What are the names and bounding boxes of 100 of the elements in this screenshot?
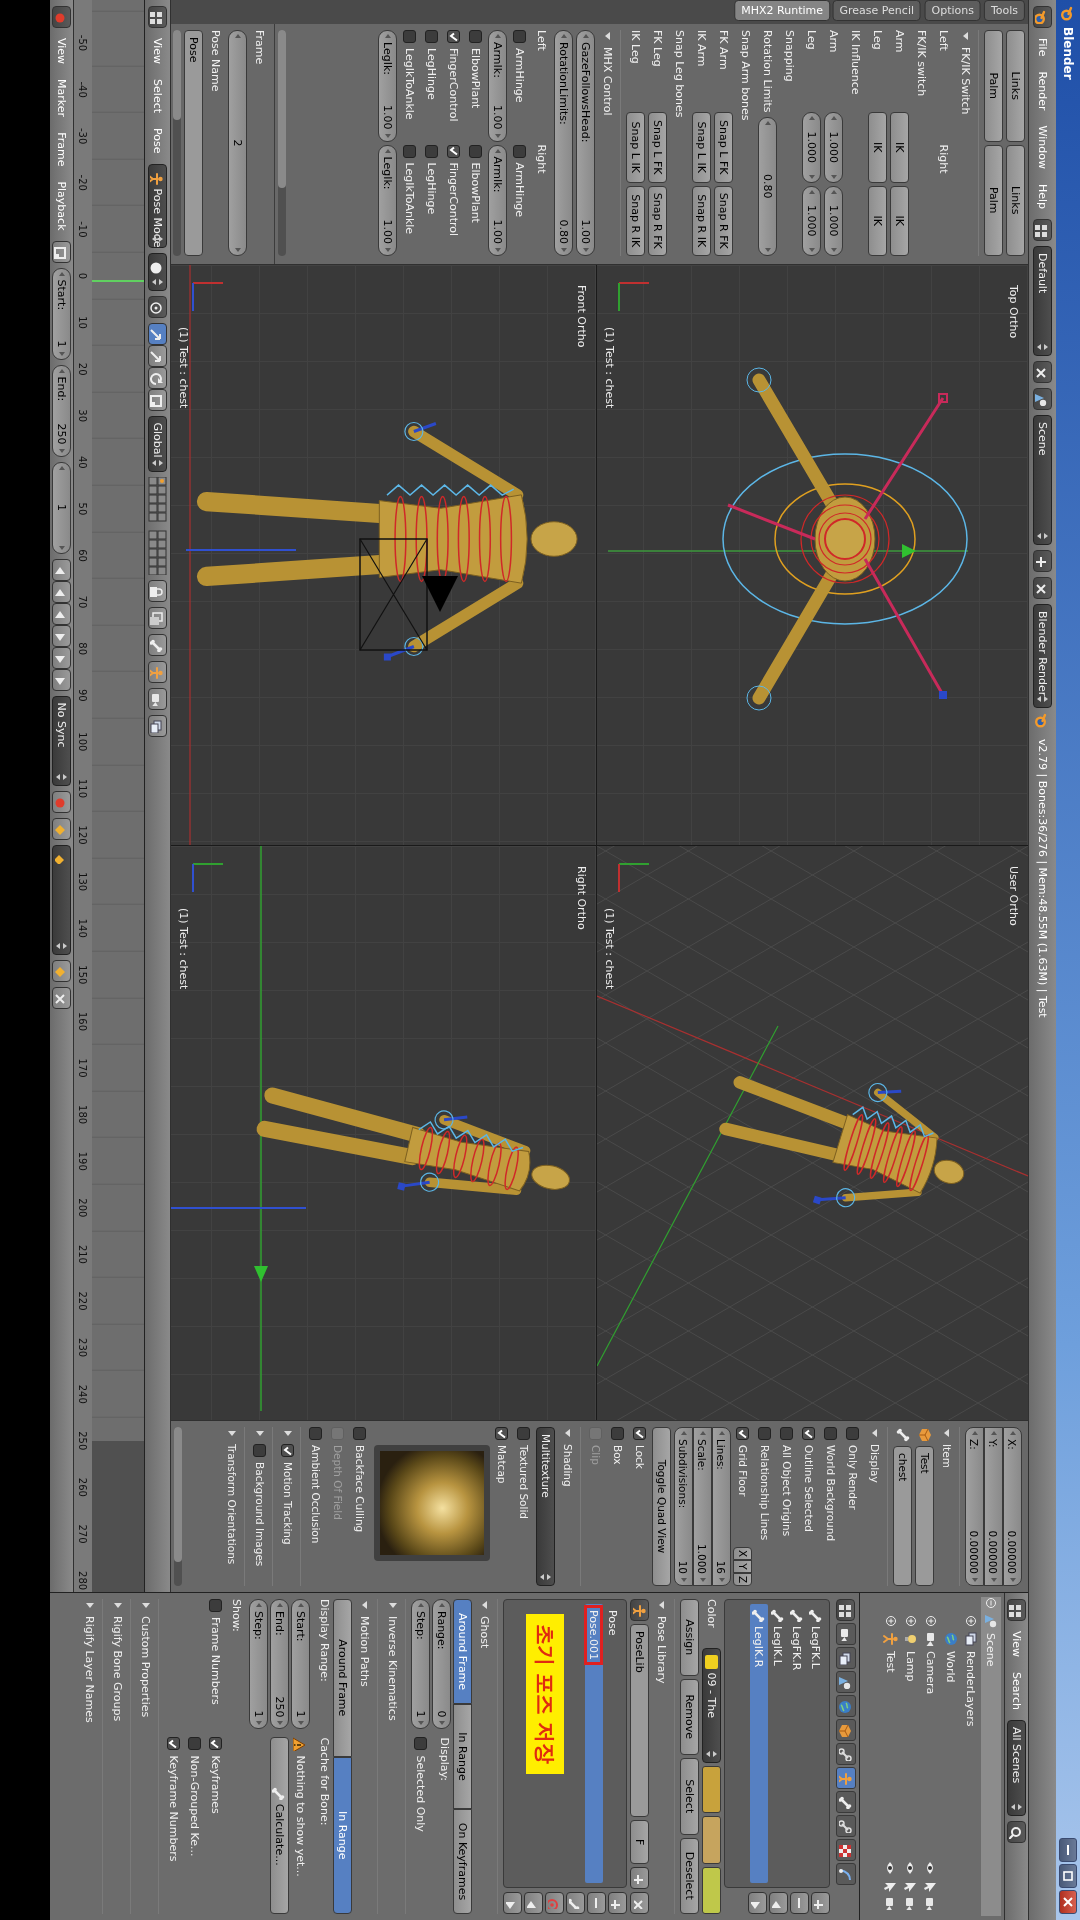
menu-item[interactable]: Render — [1036, 66, 1049, 116]
dropdown[interactable]: Multitexture — [536, 1427, 556, 1586]
checkbox[interactable] — [403, 30, 417, 43]
browse-button[interactable] — [630, 1599, 650, 1621]
menu-item[interactable]: Select — [151, 74, 164, 119]
context-tab[interactable] — [836, 1623, 856, 1645]
context-tab[interactable] — [836, 1863, 856, 1885]
checkbox[interactable] — [633, 1427, 647, 1440]
add-button[interactable] — [630, 1867, 650, 1889]
list-item[interactable]: LegIK.L — [769, 1604, 787, 1883]
number-field[interactable]: 1.000 — [802, 112, 822, 183]
number-field[interactable]: ArmIk: 1.00 — [488, 30, 508, 142]
push-button[interactable]: F — [630, 1820, 650, 1864]
move-button[interactable] — [148, 344, 167, 367]
camera-button[interactable] — [148, 687, 167, 710]
toggle-button[interactable]: Z — [733, 1573, 753, 1586]
number-field[interactable]: 1.000 — [802, 185, 822, 256]
menu-item[interactable]: Marker — [55, 74, 68, 123]
number-field[interactable]: Range: 0 — [432, 1599, 451, 1730]
checkbox[interactable] — [802, 1427, 816, 1440]
push-button[interactable]: Palm — [984, 144, 1004, 256]
text-field[interactable]: Test — [915, 1446, 935, 1586]
checkbox[interactable] — [281, 1444, 295, 1457]
target-button[interactable] — [545, 1892, 564, 1914]
checkbox[interactable] — [447, 144, 461, 158]
color-swatch[interactable] — [702, 1816, 722, 1864]
context-tab[interactable] — [836, 1839, 856, 1861]
outliner-item[interactable]: RenderLayers — [961, 1615, 981, 1916]
panel-header[interactable]: Custom Properties — [136, 1599, 159, 1914]
editor-type-button[interactable] — [1033, 6, 1052, 28]
checkbox[interactable] — [253, 1444, 267, 1457]
menu-item[interactable]: View — [151, 33, 164, 70]
minimize-button[interactable] — [1059, 1838, 1077, 1862]
scene-dropdown[interactable]: Scene — [1033, 415, 1052, 546]
toggle-button[interactable]: Around Frame — [453, 1599, 473, 1704]
checkbox[interactable] — [513, 144, 527, 158]
number-field[interactable]: End: 250 — [270, 1599, 289, 1730]
matcap-preview[interactable] — [374, 1445, 490, 1561]
panel-header[interactable]: Shading — [558, 1427, 581, 1586]
push-button[interactable]: Links — [1006, 30, 1026, 142]
context-tab[interactable] — [836, 1791, 856, 1813]
sync-dropdown[interactable]: No Sync — [52, 695, 71, 786]
push-button[interactable]: Palm — [984, 30, 1004, 142]
push-button[interactable]: Snap R FK — [714, 185, 734, 256]
number-field[interactable]: Step: 1 — [411, 1599, 430, 1730]
orientation-dropdown[interactable]: Global — [148, 415, 167, 472]
play-button[interactable] — [52, 624, 71, 647]
next-button[interactable] — [748, 1892, 767, 1914]
number-field[interactable]: RotationLimits: 0.80 — [554, 30, 574, 256]
context-tab[interactable] — [836, 1671, 856, 1693]
insert-key-button[interactable] — [52, 959, 71, 982]
checkbox[interactable] — [447, 30, 461, 43]
maximize-button[interactable] — [1059, 1864, 1077, 1888]
checkbox[interactable] — [403, 144, 417, 158]
panel-header[interactable]: Inverse Kinematics — [383, 1599, 406, 1914]
menu-item[interactable]: Frame — [55, 127, 68, 172]
context-tab[interactable] — [836, 1743, 856, 1765]
bone-button[interactable] — [148, 633, 167, 656]
play-reverse-button[interactable] — [52, 602, 71, 625]
number-field[interactable]: 1 — [52, 461, 71, 554]
checkbox[interactable] — [824, 1427, 838, 1440]
number-field[interactable]: 1.000 — [824, 112, 844, 183]
scrollbar[interactable] — [174, 1427, 182, 1586]
rotate-button[interactable] — [148, 366, 167, 389]
layout-dropdown[interactable]: Default — [1033, 246, 1052, 357]
menu-item[interactable]: View — [55, 33, 68, 70]
search-button[interactable] — [1007, 1820, 1026, 1843]
outliner-item[interactable]: Camera — [921, 1615, 941, 1916]
context-tab[interactable] — [836, 1767, 856, 1789]
checkbox[interactable] — [188, 1737, 201, 1751]
checkbox[interactable] — [736, 1427, 750, 1440]
number-field[interactable]: 1.000 — [824, 185, 844, 256]
minus-button[interactable] — [790, 1892, 809, 1914]
add-button[interactable] — [1033, 550, 1052, 573]
number-field[interactable]: 2 — [228, 30, 248, 256]
push-button[interactable]: Remove — [680, 1678, 700, 1755]
dropdown[interactable]: 09 - The — [702, 1647, 722, 1763]
keyframe-button[interactable] — [52, 817, 71, 840]
list-item[interactable]: LegFK.R — [788, 1604, 806, 1883]
panel-header[interactable]: Background Images — [250, 1427, 273, 1586]
manipulator-button[interactable] — [148, 322, 167, 345]
record-button[interactable] — [52, 790, 71, 813]
number-field[interactable]: LegIk: 1.00 — [378, 30, 398, 142]
menu-item[interactable]: Help — [1036, 178, 1049, 215]
checkbox[interactable] — [167, 1737, 180, 1751]
panel-header[interactable]: FK/IK Switch — [956, 30, 979, 256]
push-button[interactable]: IK — [890, 112, 910, 183]
push-button[interactable]: Snap R IK — [692, 185, 712, 256]
scale-button[interactable] — [148, 388, 167, 411]
checkbox[interactable] — [425, 30, 439, 43]
push-button[interactable]: Calculate... — [270, 1737, 289, 1914]
toggle-button[interactable]: X — [733, 1547, 753, 1560]
checkbox[interactable] — [209, 1737, 222, 1751]
number-field[interactable]: Start: 1 — [52, 267, 71, 360]
color-swatch[interactable] — [702, 1866, 722, 1914]
tab[interactable]: Grease Pencil — [833, 0, 922, 21]
number-field[interactable]: 0.80 — [758, 116, 778, 256]
panel-header[interactable]: Transform Orientations — [222, 1427, 245, 1586]
push-button[interactable]: Snap L FK — [648, 112, 668, 183]
add-button[interactable] — [811, 1892, 830, 1914]
